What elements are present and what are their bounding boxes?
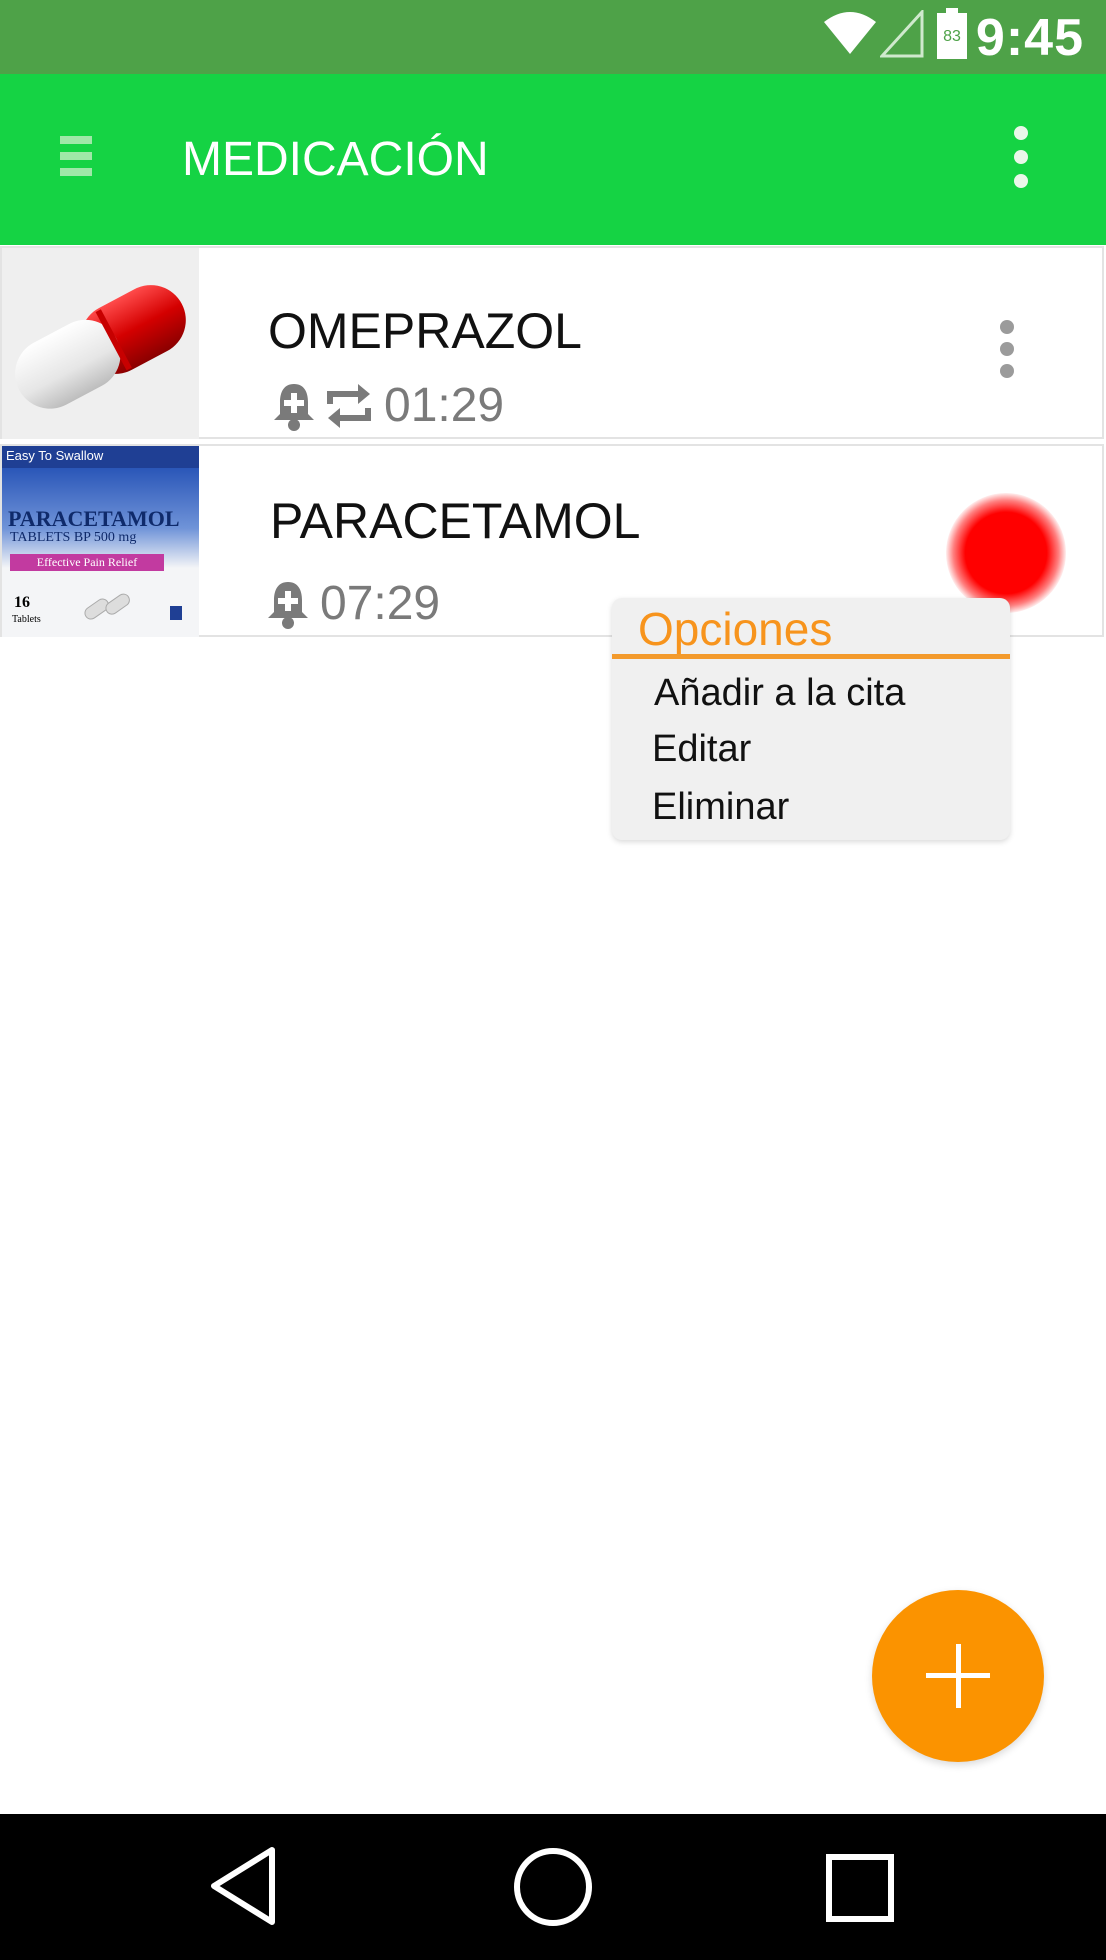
recents-icon[interactable] (824, 1852, 896, 1924)
package-brand: PARACETAMOL (8, 506, 180, 531)
wifi-icon (824, 12, 876, 54)
add-medication-button[interactable] (872, 1590, 1044, 1762)
options-menu-divider (612, 654, 1010, 659)
status-indicator-dot (946, 493, 1066, 613)
hamburger-menu-icon[interactable] (56, 136, 96, 182)
navigation-bar (0, 1814, 1106, 1960)
package-count: 16 (14, 594, 30, 611)
capsule-image (2, 248, 199, 439)
page-title: MEDICACIÓN (182, 133, 489, 186)
medication-name: PARACETAMOL (270, 493, 641, 549)
alarm-add-icon (268, 581, 308, 629)
back-icon[interactable] (208, 1844, 280, 1928)
medication-meta: 01:29 (272, 378, 504, 433)
battery-level: 83 (943, 28, 961, 45)
alarm-add-icon (274, 383, 314, 431)
battery-icon: 83 (937, 8, 967, 59)
repeat-icon (327, 383, 371, 428)
item-more-vert-icon[interactable] (997, 320, 1017, 380)
app-bar: MEDICACIÓN (0, 74, 1106, 245)
medication-name: OMEPRAZOL (268, 303, 582, 359)
home-icon[interactable] (512, 1846, 594, 1928)
status-bar: 83 9:45 (0, 0, 1106, 74)
medication-time: 07:29 (320, 577, 441, 630)
paracetamol-box-image: Easy To Swallow PARACETAMOL TABLETS BP 5… (2, 446, 199, 637)
status-time: 9:45 (975, 9, 1084, 67)
package-count-unit: Tablets (12, 614, 41, 625)
cell-signal-icon (880, 10, 924, 58)
package-claim: Effective Pain Relief (10, 554, 164, 571)
menu-item-add-to-appointment[interactable]: Añadir a la cita (654, 672, 905, 715)
options-menu: Opciones Añadir a la cita Editar Elimina… (612, 598, 1010, 840)
package-subtitle: TABLETS BP 500 mg (10, 530, 137, 545)
medication-time: 01:29 (384, 379, 505, 432)
menu-item-edit[interactable]: Editar (652, 728, 751, 771)
menu-item-delete[interactable]: Eliminar (652, 786, 789, 829)
options-menu-title: Opciones (638, 603, 833, 655)
package-banner: Easy To Swallow (6, 448, 104, 463)
medication-item-omeprazol[interactable]: OMEPRAZOL 01:29 (0, 246, 1104, 439)
medication-meta: 07:29 (266, 576, 440, 631)
more-vert-icon[interactable] (1008, 126, 1034, 192)
